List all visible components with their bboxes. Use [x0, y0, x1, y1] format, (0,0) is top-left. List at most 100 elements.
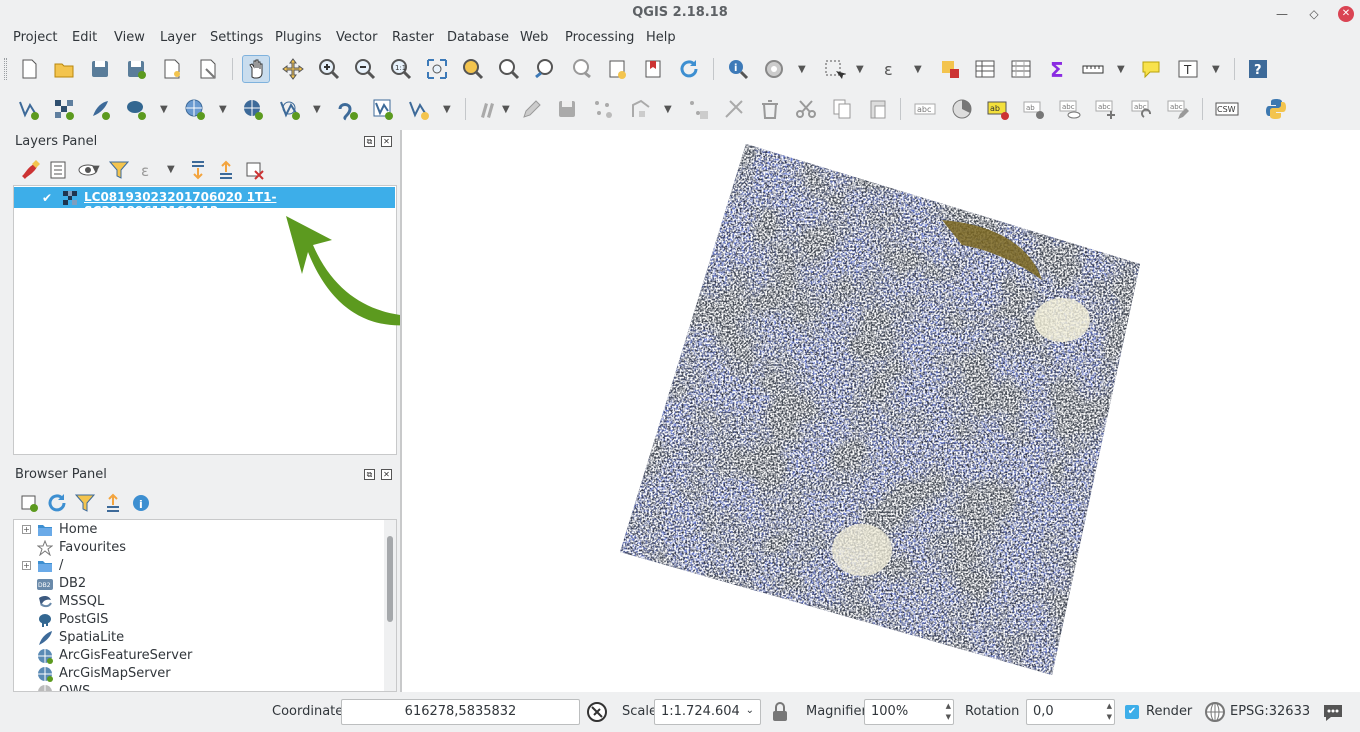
filter-browser-icon[interactable]	[71, 489, 99, 517]
chevron-down-icon[interactable]: ▼	[1212, 64, 1220, 75]
show-hide-labels-icon[interactable]: abc	[1056, 95, 1084, 123]
move-feature-icon[interactable]	[684, 95, 712, 123]
remove-layer-icon[interactable]	[240, 156, 268, 184]
delete-selected-icon[interactable]	[720, 95, 748, 123]
chevron-down-icon[interactable]: ▼	[914, 64, 922, 75]
chevron-down-icon[interactable]: ▼	[443, 104, 451, 115]
filter-by-expression-icon[interactable]: ε	[134, 156, 162, 184]
browser-item-arcgis-map-server[interactable]: ArcGisMapServer	[14, 665, 384, 683]
add-selected-layers-icon[interactable]	[15, 489, 43, 517]
collapse-all-icon[interactable]	[212, 156, 240, 184]
menu-edit[interactable]: Edit	[72, 30, 97, 45]
menu-layer[interactable]: Layer	[160, 30, 196, 45]
menu-plugins[interactable]: Plugins	[275, 30, 322, 45]
add-wcs-layer-icon[interactable]	[239, 95, 267, 123]
chevron-down-icon[interactable]: ▼	[167, 164, 175, 175]
measure-line-icon[interactable]	[1079, 55, 1107, 83]
refresh-icon[interactable]	[675, 55, 703, 83]
spin-up-icon[interactable]: ▲	[1107, 702, 1112, 710]
add-postgis-layer-icon[interactable]	[122, 95, 150, 123]
chevron-down-icon[interactable]: ▼	[856, 64, 864, 75]
highlight-pinned-labels-icon[interactable]: ab	[984, 95, 1012, 123]
new-print-composer-icon[interactable]	[158, 55, 186, 83]
cut-features-icon[interactable]	[792, 95, 820, 123]
chevron-down-icon[interactable]: ▼	[160, 104, 168, 115]
filter-legend-icon[interactable]	[105, 156, 133, 184]
select-features-icon[interactable]	[820, 55, 848, 83]
rotation-spinbox[interactable]: 0,0 ▲ ▼	[1026, 699, 1115, 725]
menu-vector[interactable]: Vector	[336, 30, 377, 45]
menu-help[interactable]: Help	[646, 30, 676, 45]
chevron-down-icon[interactable]: ▼	[664, 104, 672, 115]
add-spatialite-layer-icon[interactable]	[86, 95, 114, 123]
save-project-icon[interactable]	[86, 55, 114, 83]
toggle-editing-icon[interactable]	[517, 95, 545, 123]
coordinate-field[interactable]: 616278,5835832	[341, 699, 580, 725]
maximize-button[interactable]: ◇	[1306, 6, 1322, 22]
add-virtual-layer-icon[interactable]	[369, 95, 397, 123]
delete-icon[interactable]	[756, 95, 784, 123]
browser-item-ows[interactable]: OWS	[14, 683, 384, 691]
text-annotation-icon[interactable]: T	[1174, 55, 1202, 83]
copy-features-icon[interactable]	[828, 95, 856, 123]
menu-web[interactable]: Web	[520, 30, 548, 45]
chevron-down-icon[interactable]: ▼	[1117, 64, 1125, 75]
toggle-extents-icon[interactable]	[583, 698, 611, 726]
collapse-all-icon[interactable]	[99, 489, 127, 517]
scrollbar-thumb[interactable]	[387, 536, 393, 622]
save-as-icon[interactable]	[122, 55, 150, 83]
zoom-native-icon[interactable]: 1:1	[387, 55, 415, 83]
new-vector-layer-icon[interactable]	[15, 95, 43, 123]
pan-to-selection-icon[interactable]	[279, 55, 307, 83]
crs-label[interactable]: EPSG:32633	[1230, 704, 1310, 719]
zoom-to-selection-icon[interactable]	[459, 55, 487, 83]
python-console-icon[interactable]	[1262, 95, 1290, 123]
node-tool-icon[interactable]	[627, 95, 655, 123]
browser-item-root[interactable]: + /	[14, 557, 384, 575]
show-bookmarks-icon[interactable]	[639, 55, 667, 83]
magnifier-spinbox[interactable]: 100% ▲ ▼	[864, 699, 954, 725]
properties-info-icon[interactable]: i	[127, 489, 155, 517]
close-panel-button[interactable]: ✕	[381, 136, 392, 147]
map-canvas[interactable]	[402, 130, 1360, 692]
browser-item-spatialite[interactable]: SpatiaLite	[14, 629, 384, 647]
change-label-icon[interactable]: abc	[1164, 95, 1192, 123]
toolbar-grip[interactable]	[4, 58, 7, 80]
browser-item-db2[interactable]: DB2 DB2	[14, 575, 384, 593]
chevron-down-icon[interactable]: ▼	[798, 64, 806, 75]
layer-diagram-icon[interactable]	[948, 95, 976, 123]
identify-features-icon[interactable]: i	[724, 55, 752, 83]
menu-database[interactable]: Database	[447, 30, 509, 45]
menu-processing[interactable]: Processing	[565, 30, 634, 45]
pan-map-icon[interactable]	[242, 55, 270, 83]
float-panel-button[interactable]: ⧉	[364, 469, 375, 480]
zoom-last-icon[interactable]	[531, 55, 559, 83]
zoom-out-icon[interactable]	[351, 55, 379, 83]
add-feature-icon[interactable]	[589, 95, 617, 123]
render-checkbox[interactable]: ✔	[1125, 705, 1139, 719]
metasearch-csw-icon[interactable]: CSW	[1213, 95, 1241, 123]
refresh-icon[interactable]	[43, 489, 71, 517]
attribute-table-icon[interactable]	[971, 55, 999, 83]
menu-project[interactable]: Project	[13, 30, 57, 45]
add-raster-layer-icon[interactable]	[50, 95, 78, 123]
new-bookmark-icon[interactable]	[603, 55, 631, 83]
menu-view[interactable]: View	[114, 30, 145, 45]
statistical-summary-icon[interactable]: Σ	[1043, 55, 1071, 83]
lock-scale-icon[interactable]	[766, 698, 794, 726]
field-calculator-icon[interactable]	[1007, 55, 1035, 83]
move-label-icon[interactable]: abc	[1092, 95, 1120, 123]
crs-globe-icon[interactable]	[1201, 698, 1229, 726]
composer-manager-icon[interactable]	[194, 55, 222, 83]
menu-raster[interactable]: Raster	[392, 30, 434, 45]
menu-settings[interactable]: Settings	[210, 30, 263, 45]
browser-item-home[interactable]: + Home	[14, 521, 384, 539]
close-button[interactable]: ✕	[1338, 6, 1354, 22]
spin-down-icon[interactable]: ▼	[946, 713, 951, 721]
expand-toggle[interactable]: +	[22, 561, 31, 570]
chevron-down-icon[interactable]: ▼	[502, 104, 510, 115]
layer-labeling-icon[interactable]: abc	[911, 95, 939, 123]
help-contents-icon[interactable]: ?	[1244, 55, 1272, 83]
zoom-in-icon[interactable]	[315, 55, 343, 83]
browser-item-arcgis-feature-server[interactable]: ArcGisFeatureServer	[14, 647, 384, 665]
